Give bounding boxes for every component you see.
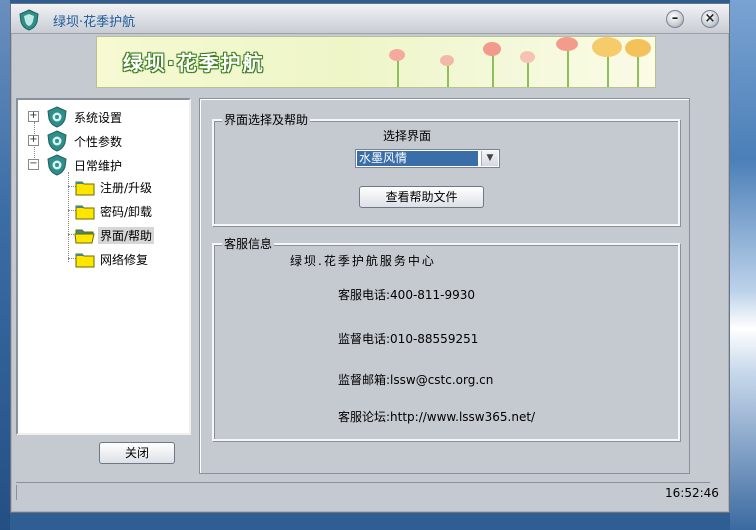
supervise-email: 监督邮箱:lssw@cstc.org.cn [338, 373, 494, 387]
tree-node-label: 界面/帮助 [98, 227, 155, 244]
banner-title: 绿坝·花季护航 [123, 51, 265, 75]
collapse-icon[interactable]: − [28, 159, 39, 170]
navigation-tree[interactable]: + 系统设置 + 个性参数 − 日常维护 注册/升级 密码/卸载 界面/帮助 网… [16, 98, 191, 435]
service-forum: 客服论坛:http://www.lssw365.net/ [338, 410, 536, 424]
tree-node-password-uninstall[interactable]: 密码/卸载 [18, 200, 188, 222]
flower-stem [567, 45, 569, 87]
folder-icon [75, 181, 95, 196]
interface-select[interactable]: 水墨风情 ▼ [355, 149, 500, 168]
close-icon: × [704, 11, 716, 26]
select-interface-label: 选择界面 [383, 129, 432, 143]
tree-node-register-upgrade[interactable]: 注册/升级 [18, 176, 188, 198]
tree-node-label: 注册/升级 [100, 181, 153, 195]
dropdown-arrow-icon[interactable]: ▼ [481, 151, 498, 166]
interface-help-group [212, 119, 680, 226]
tree-node-label: 密码/卸载 [100, 205, 153, 219]
tree-node-system-settings[interactable]: + 系统设置 [18, 106, 188, 128]
flower-decoration [592, 37, 622, 57]
tree-node-label: 系统设置 [74, 111, 123, 125]
open-folder-icon [74, 229, 95, 244]
banner: 绿坝·花季护航 [96, 36, 656, 88]
expand-icon[interactable]: + [28, 135, 39, 146]
close-window-button[interactable]: × [701, 10, 719, 28]
tree-node-interface-help[interactable]: 界面/帮助 [18, 224, 188, 246]
service-info-legend: 客服信息 [222, 235, 275, 252]
expand-icon[interactable]: + [28, 111, 39, 122]
status-cell [16, 485, 656, 500]
minimize-icon: – [671, 11, 679, 26]
tree-node-daily-maintenance[interactable]: − 日常维护 [18, 154, 188, 176]
flower-decoration [625, 39, 651, 57]
tree-node-label: 个性参数 [74, 135, 123, 149]
title-bar[interactable]: 绿坝·花季护航 – × [11, 4, 729, 34]
flower-stem [527, 59, 529, 87]
desktop-background-right [730, 0, 756, 530]
flower-decoration [440, 55, 454, 66]
shield-icon [47, 130, 67, 152]
shield-icon [47, 154, 67, 176]
flower-stem [492, 51, 494, 87]
supervise-phone: 监督电话:010-88559251 [338, 332, 479, 346]
folder-icon [75, 253, 95, 268]
flower-decoration [556, 37, 578, 51]
flower-decoration [520, 51, 535, 63]
flower-stem [397, 57, 399, 87]
minimize-button[interactable]: – [666, 10, 684, 28]
tree-node-label: 网络修复 [100, 253, 149, 267]
window-title: 绿坝·花季护航 [53, 15, 136, 30]
interface-select-value: 水墨风情 [357, 151, 478, 166]
shield-icon [47, 106, 67, 128]
status-time: 16:52:46 [665, 486, 719, 500]
tree-node-label: 日常维护 [74, 159, 123, 173]
service-center-name: 绿坝.花季护航服务中心 [290, 254, 436, 268]
tree-node-personal-params[interactable]: + 个性参数 [18, 130, 188, 152]
flower-decoration [389, 49, 405, 61]
desktop-background-left [0, 0, 10, 530]
view-help-button[interactable]: 查看帮助文件 [359, 186, 484, 208]
flower-stem [447, 63, 449, 87]
service-phone: 客服电话:400-811-9930 [338, 288, 476, 302]
close-button[interactable]: 关闭 [99, 442, 175, 464]
flower-decoration [483, 42, 501, 56]
folder-icon [75, 205, 95, 220]
interface-help-legend: 界面选择及帮助 [222, 111, 311, 128]
tree-node-network-repair[interactable]: 网络修复 [18, 248, 188, 270]
status-bar: 16:52:46 [16, 482, 719, 502]
shield-icon [19, 9, 39, 31]
